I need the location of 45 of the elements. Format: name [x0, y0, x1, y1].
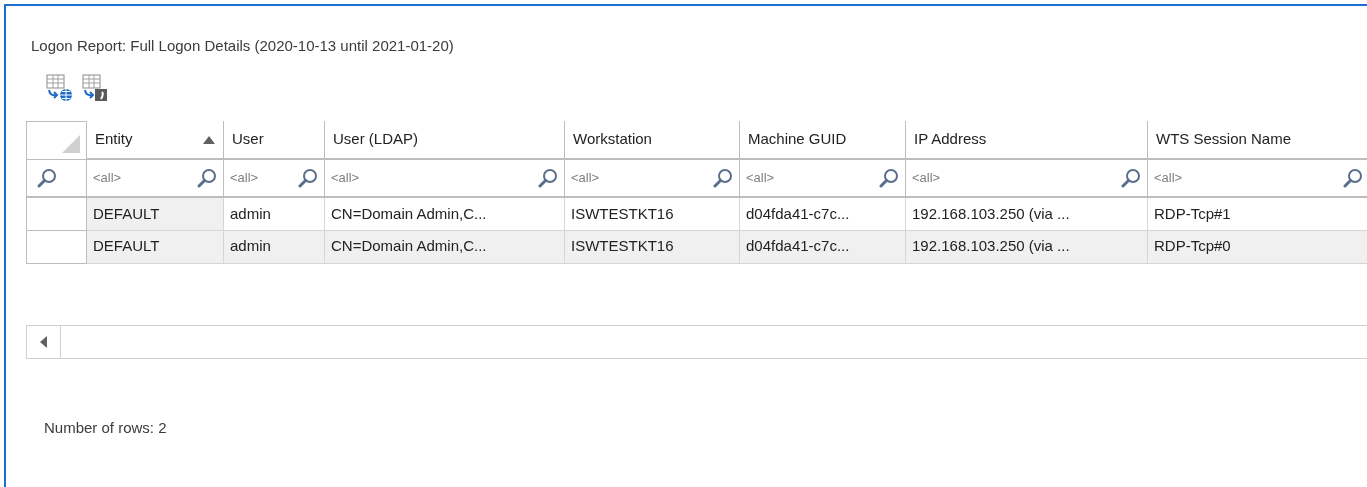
column-header[interactable]: Workstation [564, 121, 740, 159]
table-export-icon[interactable] [82, 73, 110, 102]
table-cell: admin [230, 237, 271, 255]
table-cell: ISWTESTKT16 [571, 237, 674, 255]
table-export-globe-icon[interactable] [46, 73, 74, 102]
table-cell: DEFAULT [93, 237, 160, 255]
search-icon [879, 168, 899, 188]
row-count-text: Number of rows: 2 [44, 417, 167, 438]
filter-field[interactable]: <all> [93, 168, 168, 188]
left-arrow-icon [39, 335, 48, 348]
sort-ascending-icon [203, 135, 215, 144]
search-icon [197, 168, 217, 188]
table-cell: d04fda41-c7c... [746, 204, 850, 222]
filter-field[interactable]: <all> [912, 168, 1050, 188]
column-header[interactable]: WTS Session Name [1147, 121, 1367, 159]
table-cell: CN=Domain Admin,C... [331, 204, 487, 222]
table-cell: 192.168.103.250 (via ... [912, 237, 1070, 255]
table-row[interactable]: DEFAULT admin CN=Domain Admin,C... ISWTESTKT16 d04fda41-c7c... 192.168.103.250 (via ... RDP-Tcp#0 [26, 230, 1367, 263]
horizontal-scrollbar[interactable] [26, 324, 1367, 359]
report-title: Logon Report: Full Logon Details (2020-10-13 until 2021-01-20) [31, 36, 454, 56]
search-icon [1121, 168, 1141, 188]
table-cell: DEFAULT [93, 204, 160, 222]
column-header[interactable]: Entity [86, 121, 224, 159]
search-icon [713, 168, 733, 188]
column-header[interactable]: Machine GUID [739, 121, 906, 159]
search-icon [538, 168, 558, 188]
search-icon [298, 168, 318, 188]
table-cell: CN=Domain Admin,C... [331, 237, 487, 255]
search-icon [1343, 168, 1363, 188]
filter-field[interactable]: <all> [230, 168, 283, 188]
table-row[interactable]: DEFAULT admin CN=Domain Admin,C... ISWTESTKT16 d04fda41-c7c... 192.168.103.250 (via ... RDP-Tcp#1 [26, 197, 1367, 230]
filter-field[interactable]: <all> [746, 168, 838, 188]
table-cell: admin [230, 204, 271, 222]
column-header[interactable]: User (LDAP) [324, 121, 565, 159]
filter-field[interactable]: <all> [1154, 168, 1280, 188]
table-cell: RDP-Tcp#0 [1154, 237, 1231, 255]
table-cell: RDP-Tcp#1 [1154, 204, 1231, 222]
filter-field[interactable]: <all> [331, 168, 468, 188]
table-cell: d04fda41-c7c... [746, 237, 850, 255]
table-cell: 192.168.103.250 (via ... [912, 204, 1070, 222]
column-header[interactable]: IP Address [905, 121, 1148, 159]
table-cell: ISWTESTKT16 [571, 204, 674, 222]
search-icon [37, 167, 57, 188]
column-header[interactable]: User [223, 121, 325, 159]
filter-field[interactable]: <all> [571, 168, 669, 188]
